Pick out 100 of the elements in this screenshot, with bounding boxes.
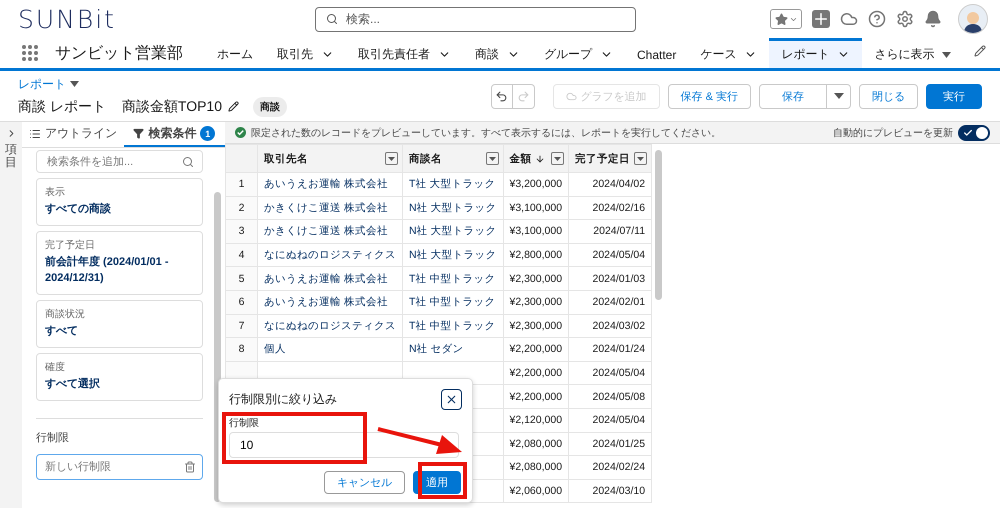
bell-icon[interactable]	[924, 10, 942, 28]
edit-icon[interactable]	[228, 101, 239, 112]
star-icon	[774, 12, 788, 26]
table-cell: なにぬねのロジスティクス	[264, 320, 396, 332]
save-button[interactable]: 保存	[759, 84, 827, 108]
column-menu-button[interactable]	[385, 152, 398, 165]
field-label: 行制限	[229, 416, 260, 430]
nav-tab[interactable]: ホーム	[205, 38, 265, 68]
chart-icon	[566, 90, 577, 102]
table-cell: ¥2,060,000	[510, 485, 562, 498]
fields-label[interactable]: 項目	[5, 143, 17, 170]
search-icon	[182, 156, 194, 168]
table-cell: なにぬねのロジスティクス	[264, 249, 396, 262]
filter-label: 表示	[45, 186, 66, 199]
row-number: 2	[238, 202, 244, 214]
table-cell: 2024/07/11	[593, 225, 646, 238]
table-cell: 2024/05/08	[592, 390, 646, 403]
caret-icon[interactable]	[70, 81, 79, 87]
toolbar-button[interactable]: 閉じる	[859, 84, 918, 108]
column-header[interactable]: 商談名	[409, 152, 442, 166]
section-heading: 行制限	[36, 430, 70, 445]
toggle-label: 自動的にプレビューを更新	[833, 126, 953, 140]
row-number: 4	[238, 249, 244, 262]
breadcrumb-link[interactable]: レポート	[18, 76, 66, 92]
caret-icon	[637, 156, 644, 160]
undo-button[interactable]	[490, 84, 513, 108]
filter-label: 確度	[45, 360, 66, 374]
search-icon	[326, 13, 338, 25]
table-cell: ¥2,300,000	[510, 320, 562, 332]
column-header[interactable]: 取引先名	[264, 152, 308, 166]
filter-value: 前会計年度 (2024/01/01 - 2024/12/31)	[45, 254, 170, 286]
nav-tab[interactable]: Chatter	[625, 38, 688, 68]
settings-icon[interactable]	[896, 10, 914, 28]
auto-preview-toggle[interactable]	[958, 124, 990, 140]
check-icon	[963, 128, 973, 138]
row-limit-input[interactable]: 10	[229, 432, 459, 458]
app-name: サンビット営業部	[55, 44, 183, 64]
table-cell: 2024/02/24	[592, 461, 646, 474]
row-limit-field[interactable]: 新しい行制限	[36, 454, 203, 480]
column-menu-button[interactable]	[486, 152, 498, 165]
filter-value: すべての商談	[45, 202, 112, 217]
caret-icon	[834, 93, 844, 99]
table-cell: 2024/05/04	[592, 414, 646, 426]
table-cell: ¥2,120,000	[510, 414, 562, 426]
avatar[interactable]	[958, 4, 988, 34]
filter-value: すべて	[45, 324, 79, 339]
app-launcher-icon[interactable]	[22, 45, 38, 61]
plus-icon[interactable]	[812, 10, 830, 28]
filter-card[interactable]: 確度 すべて選択	[36, 352, 203, 401]
search-field[interactable]: 検索...	[315, 6, 636, 32]
table-cell: あいうえお運輸 株式会社	[264, 272, 388, 285]
close-button[interactable]	[441, 389, 462, 410]
filter-search-field[interactable]: 検索条件を追加...	[36, 150, 203, 173]
cloud-icon[interactable]	[840, 10, 858, 28]
table-cell: N社 大型トラック	[409, 202, 496, 214]
toolbar-button[interactable]: 保存 & 実行	[668, 84, 751, 108]
table-cell: ¥3,100,000	[510, 202, 562, 214]
report-type-badge: 商談	[253, 96, 287, 116]
trash-icon[interactable]	[184, 460, 196, 473]
row-number: 6	[238, 296, 244, 308]
dropdown-button[interactable]	[827, 84, 851, 108]
filter-card[interactable]: 完了予定日 前会計年度 (2024/01/01 - 2024/12/31)	[36, 230, 203, 295]
table-cell: ¥2,200,000	[510, 390, 562, 403]
edit-icon[interactable]	[974, 45, 986, 57]
table-cell: ¥2,200,000	[510, 367, 562, 380]
cancel-button[interactable]: キャンセル	[324, 471, 405, 494]
caret-icon	[942, 52, 952, 58]
nav-tab[interactable]: グループ	[532, 38, 625, 68]
apply-button[interactable]: 適用	[413, 471, 461, 494]
redo-icon	[516, 90, 530, 102]
column-menu-button[interactable]	[634, 152, 648, 165]
run-button[interactable]: 実行	[926, 84, 982, 108]
filter-icon	[133, 128, 144, 139]
nav-tab[interactable]: 商談	[463, 38, 532, 68]
column-menu-button[interactable]	[551, 152, 564, 165]
filter-card[interactable]: 商談状況 すべて	[36, 300, 203, 348]
table-cell: T社 中型トラック	[409, 272, 496, 285]
table-cell: N社 大型トラック	[409, 249, 496, 262]
caret-icon	[488, 156, 496, 160]
check-circle-icon	[235, 127, 246, 138]
nav-tab[interactable]: レポート	[769, 38, 862, 68]
favorites-button[interactable]	[770, 9, 802, 29]
table-cell: 2024/02/16	[592, 202, 646, 214]
logo: SUNBit	[18, 4, 117, 34]
more-tab[interactable]: さらに表示	[862, 38, 964, 68]
table-cell: ¥2,300,000	[510, 272, 562, 285]
filter-value: すべて選択	[45, 376, 101, 392]
help-icon[interactable]	[868, 10, 886, 28]
panel-tab[interactable]: アウトライン	[22, 122, 124, 147]
table-cell: ¥2,080,000	[510, 438, 562, 450]
nav-tab[interactable]: 取引先責任者	[346, 38, 463, 68]
nav-tab[interactable]: 取引先	[265, 38, 346, 68]
table-cell: ¥2,200,000	[510, 343, 562, 356]
table-cell: あいうえお運輸 株式会社	[264, 178, 388, 190]
nav-tab[interactable]: ケース	[688, 38, 770, 68]
filter-label: 商談状況	[45, 308, 86, 321]
table-cell: N社 大型トラック	[409, 225, 496, 238]
scrollbar[interactable]	[655, 150, 662, 300]
filter-card[interactable]: 表示 すべての商談	[36, 178, 203, 226]
table-cell: かきくけこ運送 株式会社	[264, 202, 388, 214]
